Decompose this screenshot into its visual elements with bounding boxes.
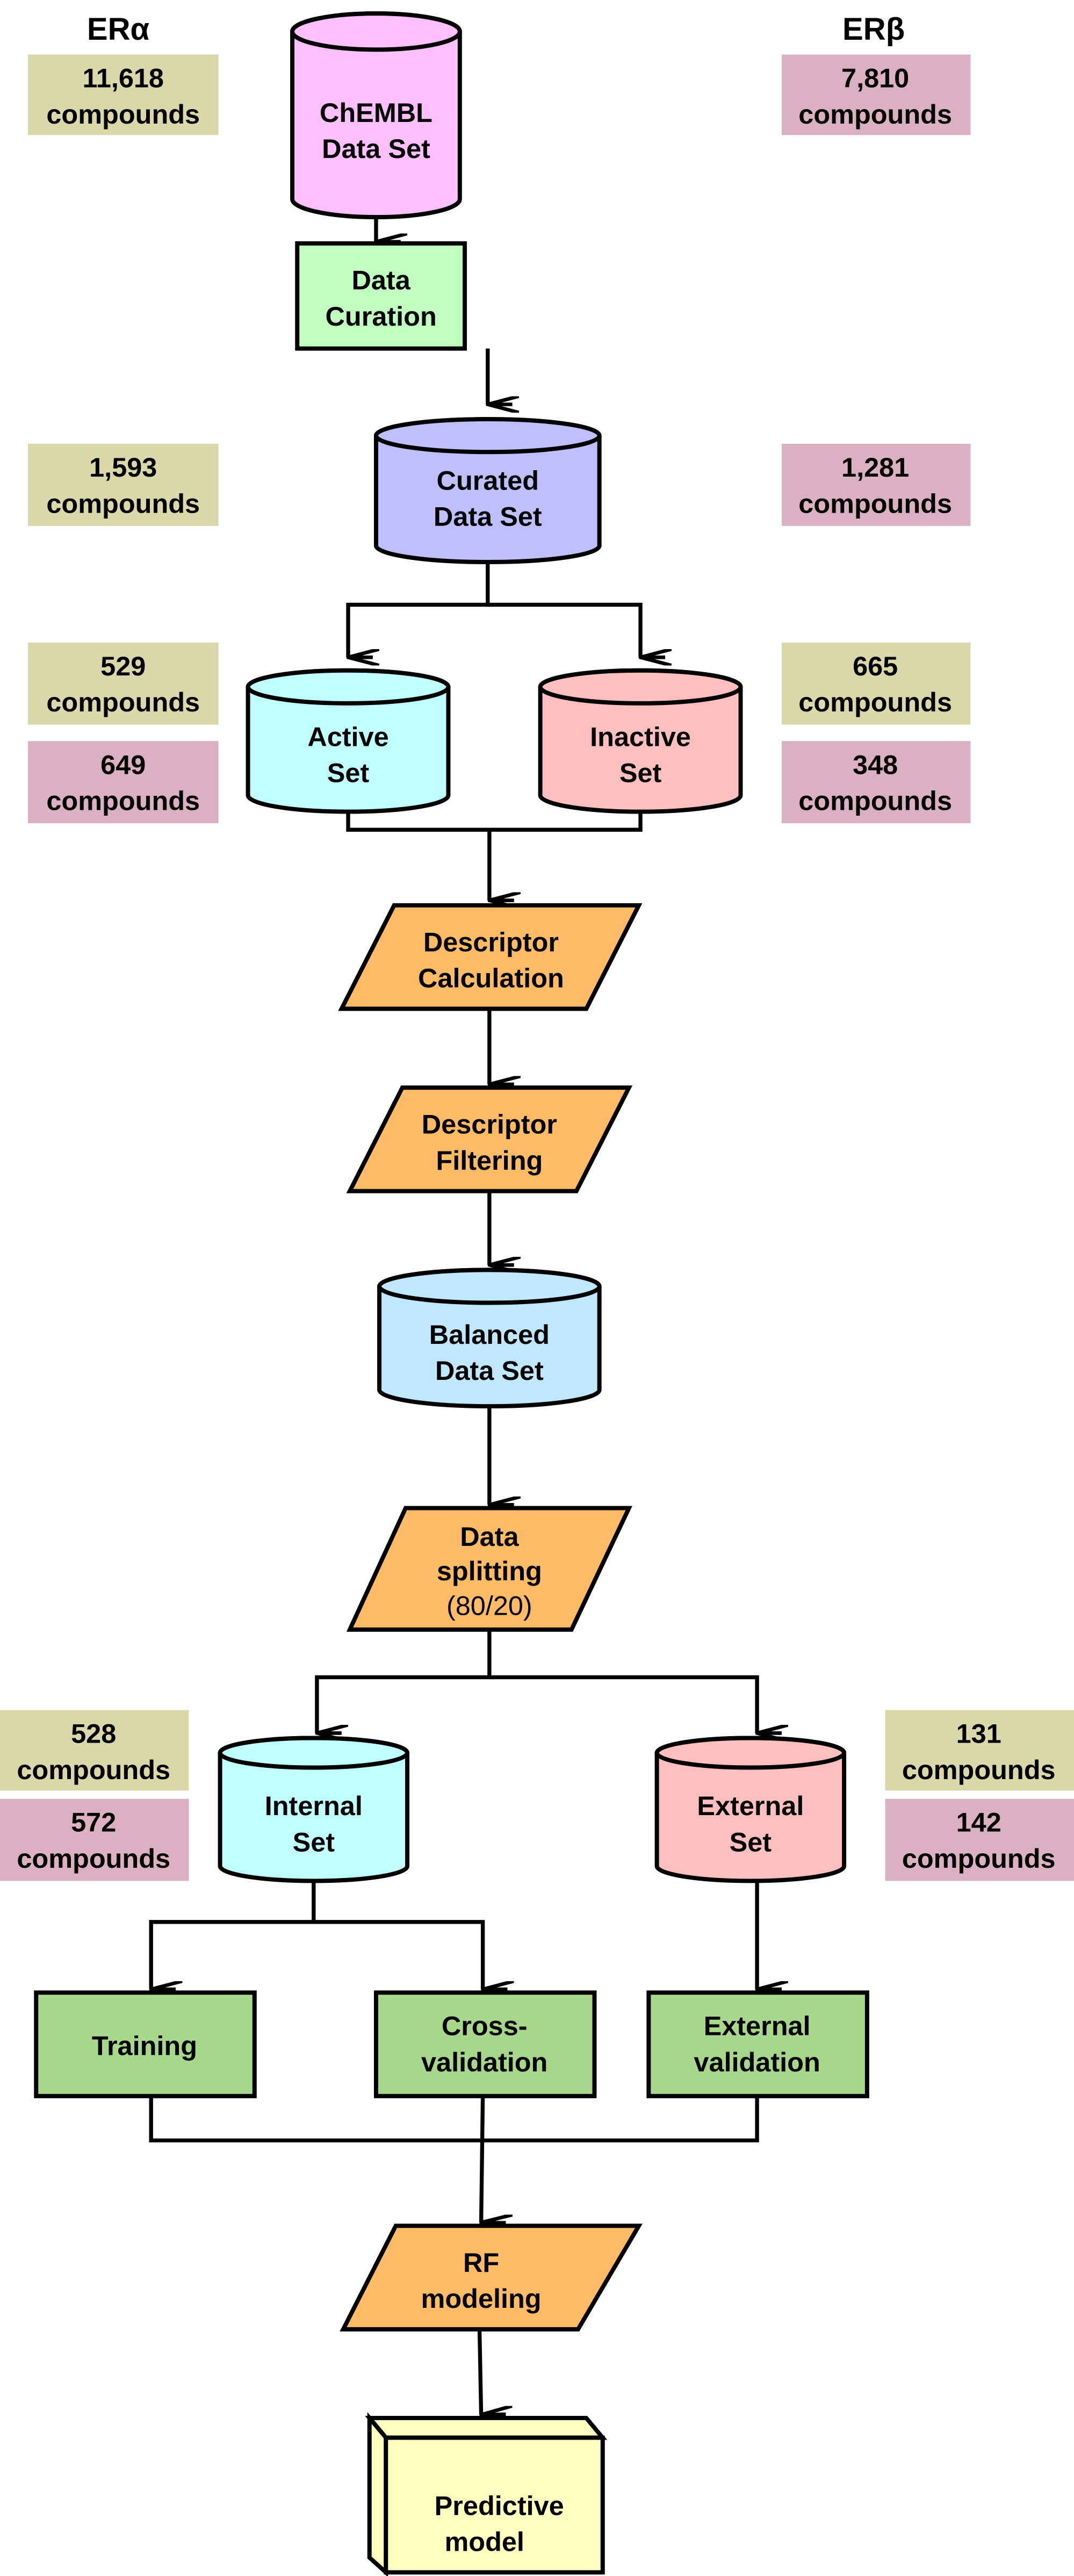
svg-text:compounds: compounds: [798, 687, 952, 717]
svg-text:compounds: compounds: [46, 687, 200, 717]
badge-external-erb: 142 compounds: [885, 1798, 1074, 1881]
cross-validation-node: Cross- validation: [373, 1990, 597, 2098]
node-label: Predictive: [435, 2490, 564, 2521]
badge-internal-erb: 572 compounds: [0, 1798, 189, 1881]
internal-set-node: Internal Set: [218, 1736, 410, 1883]
active-set-node: Active Set: [246, 668, 451, 814]
descriptor-filtering-node: Descriptor Filtering: [346, 1085, 633, 1193]
badge-active-era: 529 compounds: [27, 642, 219, 725]
badge-chembl-erb: 7,810 compounds: [781, 54, 971, 135]
node-label: Internal: [265, 1790, 363, 1821]
svg-text:1,593: 1,593: [89, 452, 157, 483]
node-label: Data: [460, 1521, 519, 1552]
node-label: RF: [463, 2247, 499, 2278]
node-label: External: [697, 1790, 804, 1821]
balanced-dataset-node: Balanced Data Set: [377, 1268, 602, 1409]
node-label: Set: [730, 1826, 772, 1857]
svg-text:11,618: 11,618: [83, 63, 164, 93]
node-label: Filtering: [436, 1145, 543, 1176]
svg-text:572: 572: [71, 1807, 116, 1838]
node-label: Data Set: [434, 501, 542, 532]
badge-active-erb: 649 compounds: [27, 741, 219, 823]
node-label: Descriptor: [423, 926, 559, 957]
rf-modeling-node: RF modeling: [340, 2224, 643, 2332]
svg-text:compounds: compounds: [46, 99, 200, 129]
badge-inactive-era: 665 compounds: [781, 642, 971, 725]
svg-text:7,810: 7,810: [841, 63, 909, 93]
svg-text:compounds: compounds: [902, 1754, 1056, 1785]
arrow-to-model: [477, 2329, 481, 2415]
svg-text:529: 529: [100, 651, 146, 681]
node-label: Descriptor: [422, 1109, 557, 1140]
node-label: Balanced: [429, 1319, 550, 1350]
badge-chembl-era: 11,618 compounds: [27, 54, 219, 135]
svg-text:348: 348: [853, 749, 898, 780]
svg-text:131: 131: [956, 1718, 1001, 1749]
data-splitting-node: Data splitting (80/20): [346, 1506, 632, 1632]
branch-internal-right: [313, 1920, 483, 1989]
branch-split-left: [315, 1629, 492, 1733]
node-label: Set: [293, 1826, 335, 1857]
node-label: Data Set: [322, 133, 430, 164]
inactive-set-node: Inactive Set: [538, 668, 743, 814]
node-label: Active: [307, 721, 388, 752]
erb-header: ERβ: [842, 12, 905, 47]
node-label: Curation: [325, 301, 436, 332]
node-label: ChEMBL: [320, 97, 433, 128]
svg-text:665: 665: [853, 651, 898, 681]
curated-dataset-node: Curated Data Set: [373, 417, 602, 564]
data-curation-node: Data Curation: [295, 241, 467, 351]
node-label: Data Set: [435, 1355, 544, 1386]
workflow-diagram: ERα ERβ ChEMBL Data Set Data Curation Cu…: [0, 11, 1074, 2576]
node-label: validation: [694, 2047, 820, 2077]
node-label: Set: [619, 758, 662, 788]
branch-curated: [346, 562, 490, 657]
node-label: splitting: [437, 1556, 542, 1586]
badge-curated-erb: 1,281 compounds: [781, 443, 971, 526]
svg-text:649: 649: [100, 749, 146, 780]
era-header: ERα: [87, 12, 150, 47]
svg-text:528: 528: [71, 1718, 116, 1749]
svg-text:compounds: compounds: [46, 786, 200, 816]
merge-active-inactive: [346, 811, 643, 832]
svg-text:compounds: compounds: [798, 786, 952, 816]
badge-internal-era: 528 compounds: [0, 1710, 189, 1791]
node-label: Data: [351, 265, 410, 296]
badge-inactive-erb: 348 compounds: [781, 741, 971, 823]
svg-text:compounds: compounds: [798, 99, 952, 129]
external-set-node: External Set: [654, 1736, 847, 1883]
node-label: model: [444, 2527, 524, 2557]
badge-external-era: 131 compounds: [885, 1710, 1074, 1791]
node-label: Training: [92, 2030, 197, 2061]
arrow-to-rf: [479, 2096, 483, 2222]
node-label: Set: [327, 758, 370, 788]
predictive-model-node: Predictive model: [365, 2412, 608, 2576]
badge-curated-era: 1,593 compounds: [27, 443, 219, 526]
svg-text:compounds: compounds: [798, 488, 952, 519]
branch-split-right: [489, 1675, 757, 1733]
node-label: validation: [421, 2047, 547, 2077]
node-label: Inactive: [590, 721, 691, 752]
svg-text:142: 142: [956, 1807, 1001, 1838]
descriptor-calculation-node: Descriptor Calculation: [338, 903, 643, 1011]
external-validation-node: External validation: [646, 1990, 869, 2098]
branch-internal-left: [149, 1881, 316, 1989]
node-label: Curated: [437, 465, 539, 496]
svg-text:compounds: compounds: [17, 1843, 170, 1874]
node-label: External: [704, 2011, 811, 2041]
split-ratio: (80/20): [446, 1590, 532, 1621]
svg-text:1,281: 1,281: [841, 452, 909, 483]
node-label: Cross-: [442, 2011, 528, 2041]
svg-text:compounds: compounds: [46, 488, 200, 519]
branch-curated-right: [487, 602, 640, 657]
chembl-dataset-node: ChEMBL Data Set: [290, 11, 462, 220]
node-label: Calculation: [418, 963, 564, 994]
merge-validation: [149, 2096, 759, 2143]
svg-text:compounds: compounds: [17, 1754, 170, 1785]
training-node: Training: [34, 1990, 257, 2098]
node-label: modeling: [421, 2283, 542, 2314]
svg-text:compounds: compounds: [902, 1843, 1056, 1874]
